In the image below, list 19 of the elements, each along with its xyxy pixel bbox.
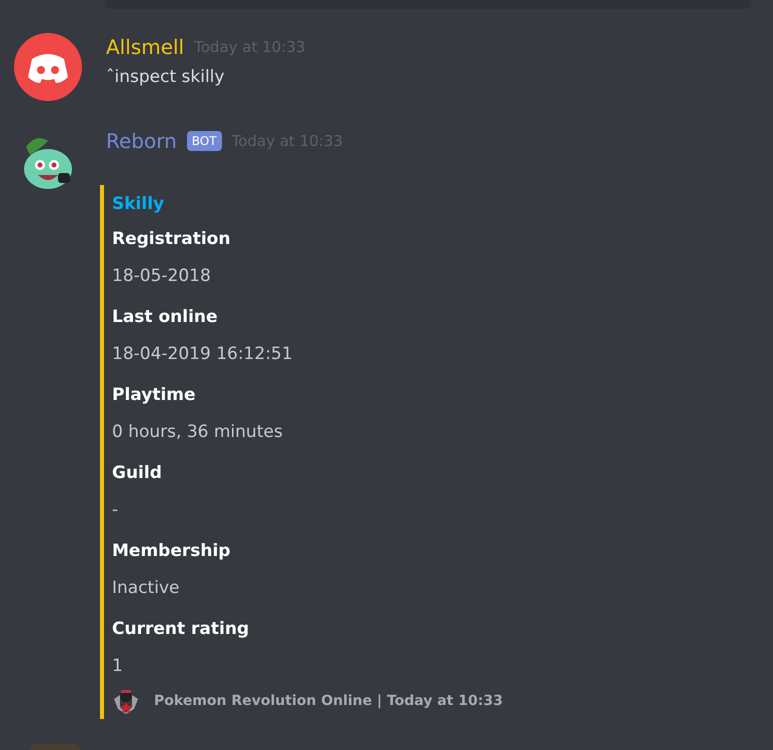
field-value: 1 [112,655,124,678]
field-value: 18-04-2019 16:12:51 [112,343,294,366]
embed-footer: Pokemon Revolution Online | Today at 10:33 [154,690,503,712]
field-name: Last online [112,306,219,329]
field-value: 18-05-2018 [112,265,212,288]
field-name: Registration [112,228,232,251]
emblem-icon [112,687,140,715]
message-text: ˆinspect skilly [106,66,226,89]
author-name[interactable]: Allsmell [106,33,184,61]
bot-tag: BOT [186,131,222,151]
field-value: Inactive [112,577,180,600]
field-name: Playtime [112,384,197,407]
author-name[interactable]: Reborn [106,127,177,155]
field-name: Guild [112,462,163,485]
field-name: Membership [112,540,232,563]
embed-title[interactable]: Skilly [112,191,700,217]
field-value: 0 hours, 36 minutes [112,421,284,444]
field-value: - [112,499,120,522]
field-name: Current rating [112,618,250,641]
